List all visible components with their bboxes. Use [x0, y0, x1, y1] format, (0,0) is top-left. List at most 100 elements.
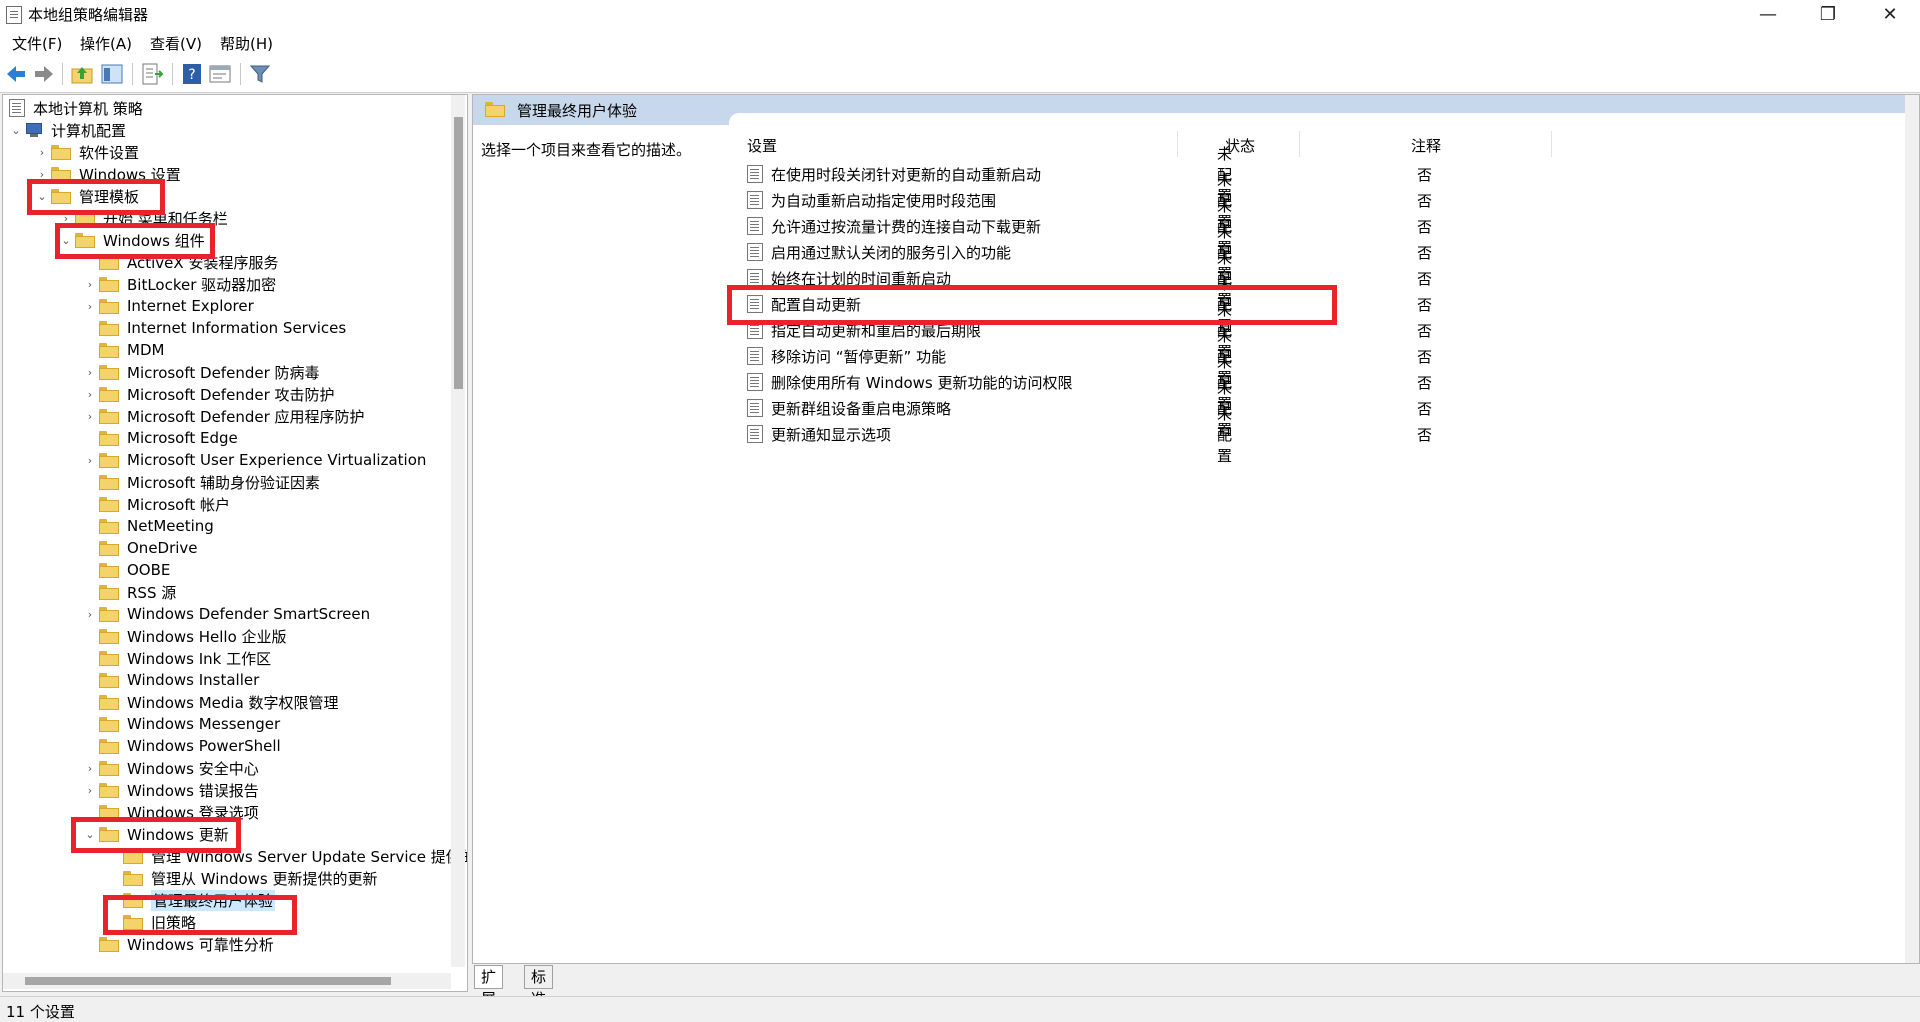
properties-icon[interactable] [208, 62, 232, 86]
tree-item-component[interactable]: › Windows Defender SmartScreen [83, 603, 370, 625]
up-folder-icon[interactable] [70, 62, 94, 86]
setting-row[interactable]: 为自动重新启动指定使用时段范围 未配置否 [747, 171, 1432, 231]
folder-icon [99, 540, 119, 556]
tree-item-legacy-policies[interactable]: 旧策略 [107, 911, 196, 933]
tab-extended[interactable]: 扩展 [474, 965, 504, 1008]
tree-item-root[interactable]: 本地计算机 策略 [9, 97, 143, 119]
tree-item-component[interactable]: Microsoft 帐户 [83, 493, 230, 515]
tree-item-computer-config[interactable]: ⌄ 计算机配置 [9, 119, 126, 141]
tree-item-component[interactable]: RSS 源 [83, 581, 176, 603]
export-list-icon[interactable] [140, 62, 164, 86]
chevron-down-icon[interactable]: ⌄ [9, 124, 23, 137]
tree-label: Windows 可靠性分析 [127, 935, 274, 954]
tree-item-component[interactable]: › Microsoft Defender 防病毒 [83, 361, 320, 383]
menu-help[interactable]: 帮助(H) [220, 33, 273, 54]
setting-row-configure-auto-update[interactable]: 配置自动更新 未配置否 [747, 275, 1432, 335]
tree-item-component[interactable]: Microsoft Edge [83, 427, 238, 449]
folder-icon [99, 650, 119, 666]
chevron-right-icon[interactable]: › [83, 366, 97, 379]
tree-item-wsus[interactable]: 管理 Windows Server Update Service 提供的 [107, 845, 467, 867]
chevron-right-icon[interactable]: › [83, 608, 97, 621]
chevron-down-icon[interactable]: ⌄ [35, 190, 49, 203]
tree-item-component[interactable]: Windows 登录选项 [83, 801, 259, 823]
setting-icon [747, 425, 763, 443]
tree-item-component[interactable]: OOBE [83, 559, 170, 581]
chevron-down-icon[interactable]: ⌄ [83, 828, 97, 841]
scroll-thumb[interactable] [25, 977, 391, 985]
chevron-right-icon[interactable]: › [35, 168, 49, 181]
tree-item-windows-components[interactable]: ⌄ Windows 组件 [59, 229, 204, 251]
menu-file[interactable]: 文件(F) [12, 33, 62, 54]
tree-item-windows-settings[interactable]: › Windows 设置 [35, 163, 181, 185]
setting-row[interactable]: 更新通知显示选项 未配置 否 [747, 405, 1432, 465]
setting-row[interactable]: 启用通过默认关闭的服务引入的功能 未配置否 [747, 223, 1432, 283]
menu-action[interactable]: 操作(A) [80, 33, 132, 54]
maximize-button[interactable]: ❐ [1800, 0, 1856, 28]
tree-item-component[interactable]: Windows Media 数字权限管理 [83, 691, 339, 713]
tree-item-software[interactable]: › 软件设置 [35, 141, 139, 163]
tree-label: ActiveX 安装程序服务 [127, 253, 279, 272]
chevron-right-icon[interactable]: › [83, 410, 97, 423]
tree-item-start-menu[interactable]: › 开始 菜单和任务栏 [59, 207, 228, 229]
minimize-button[interactable]: — [1740, 0, 1796, 28]
tree-item-component[interactable]: › BitLocker 驱动器加密 [83, 273, 276, 295]
setting-row[interactable]: 始终在计划的时间重新启动 未配置否 [747, 249, 1432, 309]
chevron-right-icon[interactable]: › [83, 300, 97, 313]
tree-label: Microsoft Defender 防病毒 [127, 363, 320, 382]
tree-item-admin-templates[interactable]: ⌄ 管理模板 [35, 185, 139, 207]
show-hide-tree-icon[interactable] [100, 62, 124, 86]
chevron-down-icon[interactable]: ⌄ [59, 234, 73, 247]
setting-row[interactable]: 在使用时段关闭针对更新的自动重新启动 未配置否 [747, 145, 1432, 205]
setting-icon [747, 191, 763, 209]
setting-row[interactable]: 允许通过按流量计费的连接自动下载更新 未配置否 [747, 197, 1432, 257]
tree-horizontal-scrollbar[interactable] [3, 973, 451, 989]
tree-item-component[interactable]: Microsoft 辅助身份验证因素 [83, 471, 320, 493]
tree-item-component[interactable]: Windows Messenger [83, 713, 280, 735]
tree-item-component[interactable]: Windows Installer [83, 669, 259, 691]
tree-item-wu-updates[interactable]: 管理从 Windows 更新提供的更新 [107, 867, 378, 889]
tree-item-component[interactable]: Internet Information Services [83, 317, 346, 339]
tree-item-component[interactable]: Windows Ink 工作区 [83, 647, 271, 669]
tree-item-component[interactable]: ActiveX 安装程序服务 [83, 251, 278, 273]
tree-vertical-scrollbar[interactable] [451, 95, 465, 967]
chevron-right-icon[interactable]: › [83, 278, 97, 291]
setting-row[interactable]: 指定自动更新和重启的最后期限 未配置否 [747, 301, 1432, 361]
tree-item-reliability[interactable]: Windows 可靠性分析 [83, 933, 274, 955]
close-button[interactable]: ✕ [1862, 0, 1918, 28]
tree-item-component[interactable]: OneDrive [83, 537, 198, 559]
tree-item-component[interactable]: NetMeeting [83, 515, 214, 537]
back-arrow-icon[interactable] [4, 62, 28, 86]
scroll-thumb[interactable] [454, 117, 463, 389]
chevron-right-icon[interactable]: › [35, 146, 49, 159]
details-vertical-scrollbar[interactable] [1905, 95, 1919, 963]
tree-item-windows-update[interactable]: ⌄ Windows 更新 [83, 823, 228, 845]
setting-row[interactable]: 更新群组设备重启电源策略 未配置否 [747, 379, 1432, 439]
chevron-right-icon[interactable]: › [83, 784, 97, 797]
setting-row[interactable]: 移除访问 “暂停更新” 功能 未配置否 [747, 327, 1432, 387]
chevron-right-icon[interactable]: › [83, 454, 97, 467]
tree-item-component[interactable]: › Microsoft Defender 攻击防护 [83, 383, 335, 405]
tree-item-component[interactable]: › Windows 安全中心 [83, 757, 259, 779]
tree-item-component[interactable]: › Microsoft Defender 应用程序防护 [83, 405, 365, 427]
tree-item-component[interactable]: › Microsoft User Experience Virtualizatio… [83, 449, 427, 471]
forward-arrow-icon[interactable] [32, 62, 56, 86]
tree-item-end-user-experience[interactable]: 管理最终用户体验 [107, 889, 276, 911]
tree-item-component[interactable]: MDM [83, 339, 164, 361]
chevron-right-icon[interactable]: › [59, 212, 73, 225]
column-header-setting[interactable]: 设置 [747, 135, 777, 156]
tree-item-component[interactable]: Windows Hello 企业版 [83, 625, 287, 647]
tree-label: Windows Media 数字权限管理 [127, 693, 339, 712]
tab-standard[interactable]: 标准 [524, 965, 554, 1008]
tree-item-component[interactable]: › Windows 错误报告 [83, 779, 259, 801]
window-title: 本地组策略编辑器 [28, 6, 149, 24]
chevron-right-icon[interactable]: › [83, 388, 97, 401]
filter-icon[interactable] [248, 62, 272, 86]
tree-item-component[interactable]: › Internet Explorer [83, 295, 254, 317]
column-header-comment[interactable]: 注释 [1411, 135, 1441, 156]
folder-icon [99, 518, 119, 534]
menu-view[interactable]: 查看(V) [150, 33, 202, 54]
chevron-right-icon[interactable]: › [83, 762, 97, 775]
setting-row[interactable]: 删除使用所有 Windows 更新功能的访问权限 未配置否 [747, 353, 1432, 413]
tree-item-component[interactable]: Windows PowerShell [83, 735, 281, 757]
help-icon[interactable]: ? [180, 62, 204, 86]
